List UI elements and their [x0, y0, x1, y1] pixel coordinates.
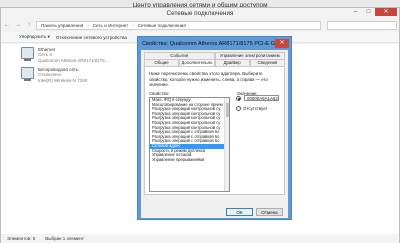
property-list-item[interactable]: Управление прерываниями — [150, 158, 229, 163]
connection-device: Intel(R) Wireless-N 7260 — [38, 77, 88, 83]
properties-dialog: Свойства: Qualcomm Atheros AR8171/8175 P… — [137, 36, 292, 220]
wireless-adapter-icon — [21, 67, 34, 81]
property-listbox[interactable]: Макс. IRQ в секунду Масштабирование на ст… — [149, 97, 230, 192]
breadcrumb-network-connections[interactable]: Сетевые подключения — [138, 23, 186, 28]
tab-advanced[interactable]: Дополнительно — [179, 59, 215, 66]
search-input[interactable] — [327, 20, 397, 30]
tab-driver[interactable]: Драйвер — [214, 59, 250, 66]
breadcrumb-control-panel[interactable]: Панель управления — [41, 23, 83, 28]
value-input[interactable]: 00000A9A1A52 — [244, 95, 279, 101]
window-title: Сетевые подключения — [166, 10, 234, 17]
radio-selected-icon[interactable] — [236, 96, 241, 101]
window-titlebar: Сетевые подключения – □ ✕ — [1, 8, 399, 19]
list-item-wireless[interactable]: Беспроводная сеть Отключено Intel(R) Wir… — [21, 67, 87, 83]
disable-device-button[interactable]: Отключение сетевого устройства — [56, 35, 127, 40]
scrollbar-thumb[interactable] — [226, 103, 229, 117]
selected-count: Выбран 1 элемент — [45, 236, 84, 241]
address-bar: ← → ↑ Панель управления › Сеть и Интерне… — [3, 20, 397, 30]
absent-radio[interactable]: Отсутствует — [236, 106, 268, 111]
scrollbar[interactable] — [224, 98, 229, 191]
breadcrumb-separator: › — [87, 22, 89, 28]
connection-device: Qualcomm Atheros AR8171/8175... — [38, 57, 109, 63]
dialog-title: Свойства: Qualcomm Atheros AR8171/8175 P… — [142, 40, 285, 47]
advanced-tab-panel: Ниже перечислены свойства этого адаптера… — [144, 66, 285, 195]
cancel-button[interactable]: Отмена — [256, 208, 283, 216]
description-text: Ниже перечислены свойства этого адаптера… — [149, 71, 268, 88]
breadcrumb[interactable]: Панель управления › Сеть и Интернет › Се… — [36, 20, 321, 30]
tab-events[interactable]: События — [144, 52, 215, 59]
up-arrow-icon[interactable]: ↑ — [25, 22, 33, 28]
network-adapter-icon — [21, 47, 34, 61]
value-radio[interactable] — [236, 96, 241, 101]
radio-unselected-icon[interactable] — [236, 106, 241, 111]
maximize-button[interactable]: □ — [362, 8, 375, 16]
tab-power-management[interactable]: Управление электропитанием — [214, 52, 285, 59]
ok-button[interactable]: ОК — [226, 208, 253, 216]
dialog-body: События Управление электропитанием Общие… — [141, 50, 288, 218]
breadcrumb-separator: › — [132, 22, 134, 28]
back-arrow-icon[interactable]: ← — [3, 22, 11, 28]
dialog-close-button[interactable]: ✕ — [275, 39, 289, 48]
item-count: Элементов: 5 — [7, 236, 36, 241]
status-bar: Элементов: 5 Выбран 1 элемент — [1, 234, 399, 243]
close-button[interactable]: ✕ — [375, 8, 397, 16]
tab-general[interactable]: Общие — [144, 59, 180, 66]
tab-details[interactable]: Сведения — [249, 59, 285, 66]
property-label: Свойство: — [149, 91, 170, 96]
absent-label: Отсутствует — [243, 106, 268, 111]
tab-strip: События Управление электропитанием Общие… — [144, 52, 285, 66]
window-controls: – □ ✕ — [349, 8, 397, 17]
breadcrumb-network-internet[interactable]: Сеть и Интернет — [93, 23, 128, 28]
forward-arrow-icon[interactable]: → — [14, 22, 22, 28]
organize-menu[interactable]: Упорядочить ▾ — [19, 34, 50, 40]
minimize-button[interactable]: – — [349, 8, 362, 16]
list-item-ethernet[interactable]: Ethernet Сеть 3 Qualcomm Atheros AR8171/… — [21, 47, 109, 63]
